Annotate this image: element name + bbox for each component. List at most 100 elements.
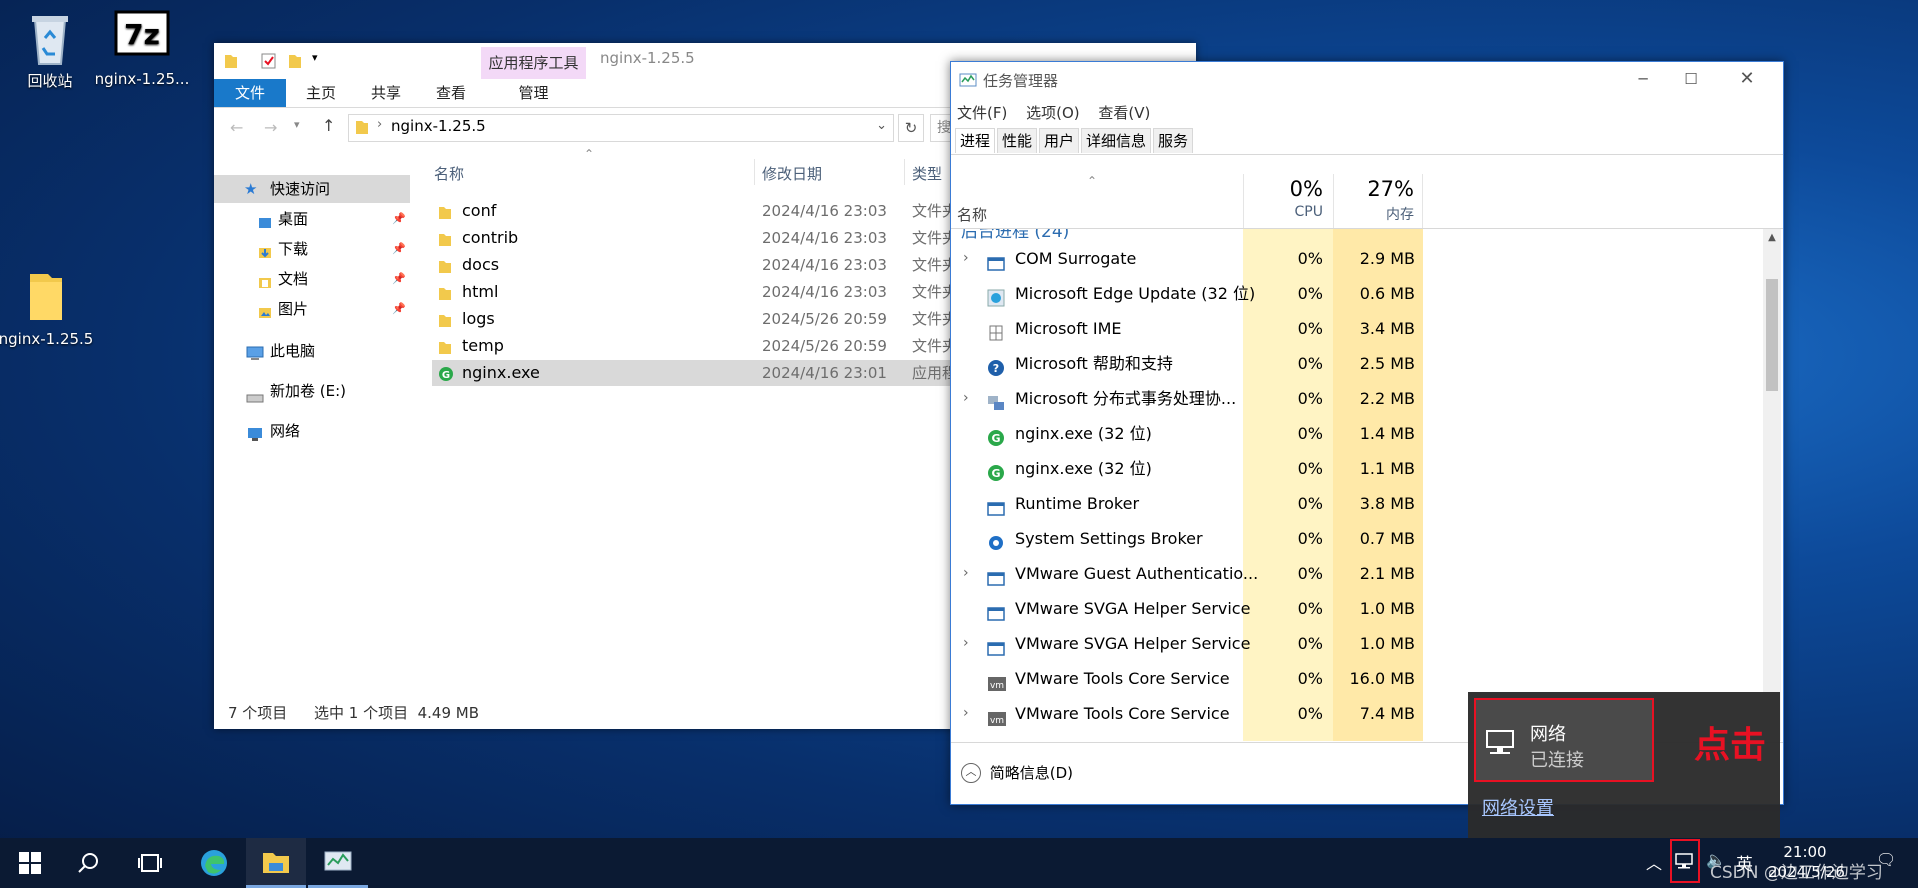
close-button[interactable]: ✕ <box>1727 64 1767 94</box>
file-row[interactable]: conf 2024/4/16 23:03 文件夹 <box>432 198 950 224</box>
tab-performance[interactable]: 性能 <box>997 128 1038 153</box>
process-row[interactable]: Gnginx.exe (32 位) 0% 1.4 MB <box>951 416 1761 451</box>
menu-bar: 文件(F) 选项(O) 查看(V) <box>957 102 1164 123</box>
scrollbar[interactable]: ▲ <box>1763 229 1781 741</box>
tab-services[interactable]: 服务 <box>1153 128 1194 153</box>
show-hidden-icons-chevron-icon[interactable]: ︿ <box>1646 850 1662 874</box>
process-memory: 2.9 MB <box>1359 249 1415 268</box>
memory-total: 27% <box>1367 177 1414 201</box>
file-name: contrib <box>462 228 519 247</box>
menu-file[interactable]: 文件(F) <box>957 104 1007 122</box>
process-row[interactable]: Microsoft IME 0% 3.4 MB <box>951 311 1761 346</box>
process-row[interactable]: VMware SVGA Helper Service 0% 1.0 MB <box>951 591 1761 626</box>
file-row[interactable]: docs 2024/4/16 23:03 文件夹 <box>432 252 950 278</box>
tab-details[interactable]: 详细信息 <box>1081 128 1152 153</box>
expand-chevron-icon[interactable]: › <box>963 556 969 591</box>
click-annotation: 点击 <box>1694 725 1767 766</box>
tab-processes[interactable]: 进程 <box>955 128 996 153</box>
process-memory: 1.0 MB <box>1359 634 1415 653</box>
windows-logo-icon <box>19 852 41 874</box>
file-date: 2024/4/16 23:03 <box>762 229 887 247</box>
process-name: nginx.exe (32 位) <box>1015 459 1152 478</box>
svg-text:vm: vm <box>990 716 1004 726</box>
svg-text:7z: 7z <box>124 18 160 51</box>
file-explorer-taskbar-button[interactable] <box>246 838 306 888</box>
file-name: temp <box>462 336 504 355</box>
desktop-icon-recycle-bin[interactable]: 回收站 <box>0 10 100 91</box>
process-name: Microsoft 分布式事务处理协... <box>1015 389 1237 408</box>
process-row[interactable]: › VMware SVGA Helper Service 0% 1.0 MB <box>951 626 1761 661</box>
file-row[interactable]: html 2024/4/16 23:03 文件夹 <box>432 279 950 305</box>
network-flyout: 网络 已连接 点击 网络设置 <box>1468 692 1780 840</box>
maximize-button[interactable]: ☐ <box>1671 64 1711 94</box>
process-row[interactable]: Runtime Broker 0% 3.8 MB <box>951 486 1761 521</box>
file-date: 2024/4/16 23:03 <box>762 256 887 274</box>
expand-chevron-icon[interactable]: › <box>963 696 969 731</box>
column-header-memory[interactable]: 27% 内存 <box>1333 174 1423 228</box>
process-memory: 3.8 MB <box>1359 494 1415 513</box>
process-memory: 2.1 MB <box>1359 564 1415 583</box>
cpu-label: CPU <box>1294 204 1323 220</box>
tab-users[interactable]: 用户 <box>1039 128 1080 153</box>
menu-options[interactable]: 选项(O) <box>1026 104 1080 122</box>
scrollbar-thumb[interactable] <box>1766 279 1778 391</box>
file-row[interactable]: temp 2024/5/26 20:59 文件夹 <box>432 333 950 359</box>
file-date: 2024/4/16 23:03 <box>762 202 887 220</box>
desktop-icon-7z[interactable]: 7z nginx-1.25... <box>92 10 192 88</box>
file-date: 2024/4/16 23:03 <box>762 283 887 301</box>
process-row[interactable]: ? Microsoft 帮助和支持 0% 2.5 MB <box>951 346 1761 381</box>
network-settings-link[interactable]: 网络设置 <box>1482 794 1554 820</box>
process-cpu: 0% <box>1297 459 1323 478</box>
file-type: 文件夹 <box>912 337 950 355</box>
task-view-button[interactable] <box>120 838 180 888</box>
process-row[interactable]: Gnginx.exe (32 位) 0% 1.1 MB <box>951 451 1761 486</box>
file-row[interactable]: contrib 2024/4/16 23:03 文件夹 <box>432 225 950 251</box>
process-row[interactable]: vm VMware Tools Core Service 0% 16.0 MB <box>951 661 1761 696</box>
process-name: VMware SVGA Helper Service <box>1015 599 1251 618</box>
expand-chevron-icon[interactable]: › <box>963 626 969 661</box>
process-cpu: 0% <box>1297 599 1323 618</box>
file-name: logs <box>462 309 495 328</box>
file-name: nginx.exe <box>462 363 540 382</box>
fewer-details-button[interactable]: ︿ 简略信息(D) <box>961 762 1073 783</box>
process-row[interactable]: › Microsoft 分布式事务处理协... 0% 2.2 MB <box>951 381 1761 416</box>
file-row[interactable]: logs 2024/5/26 20:59 文件夹 <box>432 306 950 332</box>
cpu-total: 0% <box>1289 177 1323 201</box>
file-row[interactable]: Gnginx.exe 2024/4/16 23:01 应用程序 <box>432 360 950 386</box>
task-manager-icon <box>959 72 977 92</box>
file-type: 文件夹 <box>912 310 950 328</box>
process-memory: 1.0 MB <box>1359 599 1415 618</box>
file-type: 文件夹 <box>912 202 950 220</box>
process-memory: 2.2 MB <box>1359 389 1415 408</box>
edge-taskbar-button[interactable] <box>184 838 244 888</box>
expand-chevron-icon[interactable]: › <box>963 381 969 416</box>
file-type: 应用程序 <box>912 364 950 382</box>
process-memory: 16.0 MB <box>1349 669 1416 688</box>
scroll-up-arrow-icon[interactable]: ▲ <box>1763 229 1781 247</box>
network-monitor-icon <box>1486 730 1516 760</box>
process-memory: 7.4 MB <box>1359 704 1415 723</box>
process-row[interactable]: › VMware Guest Authenticatio... 0% 2.1 MB <box>951 556 1761 591</box>
desktop-icon-nginx-folder[interactable]: nginx-1.25.5 <box>0 270 96 348</box>
menu-view[interactable]: 查看(V) <box>1098 104 1150 122</box>
start-button[interactable] <box>0 838 60 888</box>
task-manager-taskbar-button[interactable] <box>308 838 368 888</box>
column-header-name[interactable]: 名称 <box>957 204 987 225</box>
window-title: 任务管理器 <box>983 72 1059 90</box>
process-memory: 0.6 MB <box>1359 284 1415 303</box>
network-tray-button[interactable] <box>1670 839 1700 883</box>
svg-text:vm: vm <box>990 681 1004 691</box>
process-name: Microsoft IME <box>1015 319 1122 338</box>
notification-center-icon[interactable]: 🗨 <box>1876 850 1896 869</box>
nginx-icon: G <box>438 364 454 390</box>
expand-chevron-icon[interactable]: › <box>963 241 969 276</box>
task-view-icon <box>138 854 162 872</box>
search-button[interactable] <box>58 838 118 888</box>
process-row[interactable]: Microsoft Edge Update (32 位) 0% 0.6 MB <box>951 276 1761 311</box>
process-row[interactable]: › COM Surrogate 0% 2.9 MB <box>951 241 1761 276</box>
process-row[interactable]: System Settings Broker 0% 0.7 MB <box>951 521 1761 556</box>
column-header-cpu[interactable]: 0% CPU <box>1243 174 1333 228</box>
desktop-icon-label: nginx-1.25... <box>94 70 190 88</box>
network-connection-tile[interactable]: 网络 已连接 <box>1474 698 1654 782</box>
minimize-button[interactable]: ─ <box>1623 64 1663 94</box>
